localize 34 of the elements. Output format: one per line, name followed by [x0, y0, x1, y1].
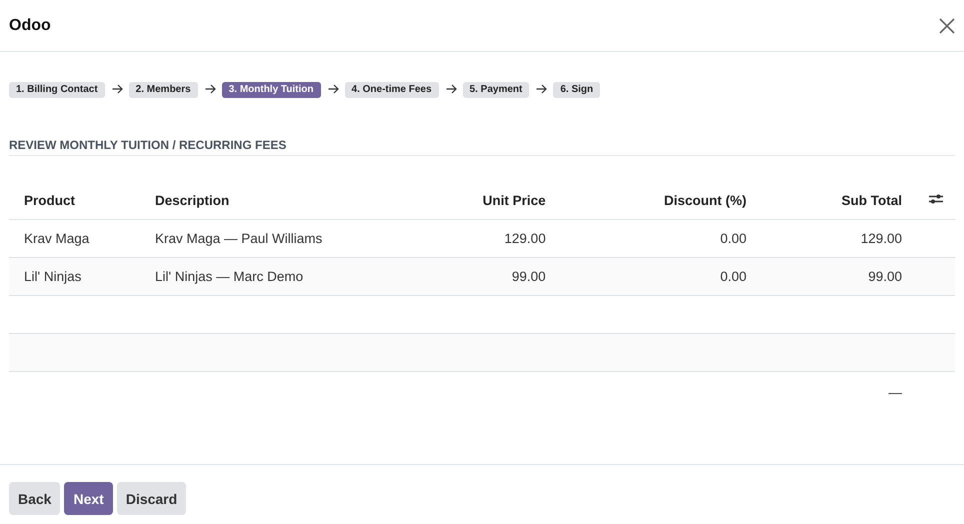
step-badge[interactable]: 1. Billing Contact: [9, 82, 105, 98]
table-cell: Lil' Ninjas: [24, 269, 82, 284]
table-cell: Krav Maga: [24, 231, 90, 246]
table-cell: Lil' Ninjas — Marc Demo: [155, 269, 304, 284]
step-badge[interactable]: 2. Members: [128, 82, 198, 98]
settings-icon[interactable]: [929, 192, 943, 204]
arrow-icon: [204, 84, 216, 94]
column-header[interactable]: Unit Price: [482, 192, 546, 208]
table-cell: 129.00: [860, 231, 902, 246]
table-cell: 99.00: [512, 269, 546, 284]
total-cell: —: [888, 384, 902, 400]
arrow-icon: [328, 84, 339, 94]
back-button[interactable]: Back: [9, 482, 60, 515]
arrow-icon: [112, 84, 123, 94]
table-cell: 0.00: [720, 231, 746, 246]
arrow-icon: [446, 84, 457, 94]
column-header[interactable]: Description: [155, 192, 230, 208]
column-header[interactable]: Discount (%): [664, 192, 746, 208]
step-badge[interactable]: 6. Sign: [553, 82, 600, 98]
next-button[interactable]: Next: [64, 482, 113, 515]
arrow-icon: [536, 84, 548, 94]
step-badge[interactable]: 3. Monthly Tuition: [222, 82, 321, 98]
table-cell: 0.00: [720, 269, 746, 284]
section-title: REVIEW MONTHLY TUITION / RECURRING FEES: [9, 138, 955, 156]
discard-button[interactable]: Discard: [116, 482, 186, 515]
step-badge[interactable]: 5. Payment: [462, 82, 530, 98]
window-title: Odoo: [9, 16, 51, 34]
table-cell: 99.00: [868, 269, 902, 284]
column-header[interactable]: Sub Total: [842, 192, 902, 208]
close-icon[interactable]: [939, 18, 955, 34]
step-badge[interactable]: 4. One-time Fees: [344, 82, 439, 98]
column-header[interactable]: Product: [24, 192, 76, 208]
table-cell: 129.00: [504, 231, 546, 246]
table-cell: Krav Maga — Paul Williams: [155, 231, 322, 246]
